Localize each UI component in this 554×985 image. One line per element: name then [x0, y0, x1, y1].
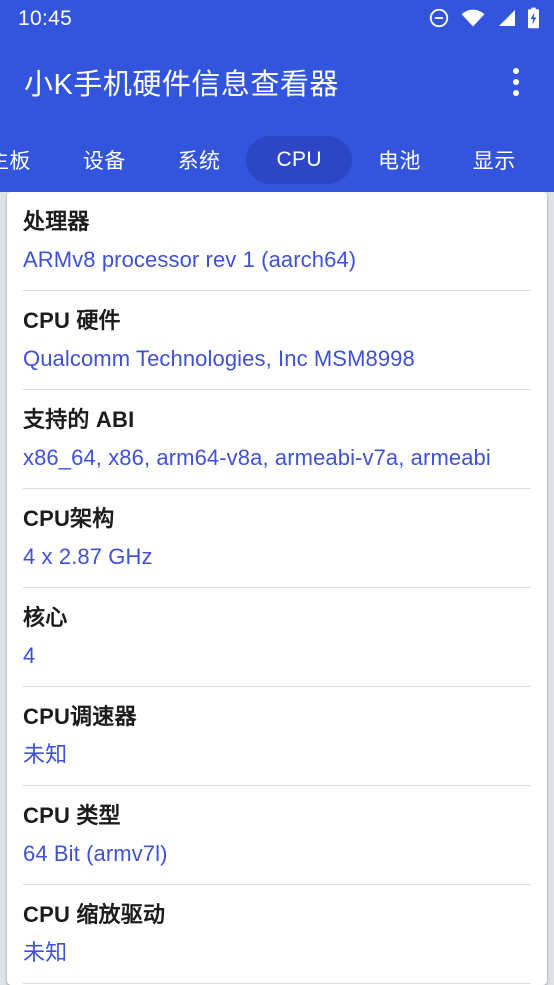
battery-charging-icon — [527, 7, 540, 29]
status-bar-clock: 10:45 — [18, 6, 73, 30]
overflow-dot — [513, 90, 519, 96]
info-row-value: Qualcomm Technologies, Inc MSM8998 — [23, 345, 415, 371]
tab-bar[interactable]: 主板 设备 系统 CPU 电池 显示 内存 — [0, 128, 554, 192]
info-row-label: CPU 硬件 — [23, 308, 121, 333]
info-row-value: 未知 — [23, 741, 68, 767]
app-window: 10:45 小K手机硬件信息查看器 板 设备 系统 CPU 电池 显示 处理器 … — [0, 0, 554, 985]
tab-strip: 主板 设备 系统 CPU 电池 显示 内存 — [0, 136, 554, 184]
info-row-value: 未知 — [23, 939, 68, 965]
tab-cpu[interactable]: CPU — [246, 136, 352, 184]
wifi-icon — [461, 9, 485, 27]
info-row-cpu-architecture[interactable]: CPU架构 4 x 2.87 GHz — [7, 489, 547, 588]
overflow-dot — [513, 79, 519, 85]
info-row-supported-abi[interactable]: 支持的 ABI x86_64, x86, arm64-v8a, armeabi-… — [7, 390, 547, 489]
info-row-label: 核心 — [23, 605, 68, 630]
cpu-info-scroll-area[interactable]: 处理器 ARMv8 processor rev 1 (aarch64) CPU … — [0, 192, 554, 985]
info-row-value: 4 — [23, 642, 36, 668]
info-row-value: 64 Bit (armv7l) — [23, 840, 168, 866]
page-title: 小K手机硬件信息查看器 — [24, 69, 339, 101]
cpu-info-card: 处理器 ARMv8 processor rev 1 (aarch64) CPU … — [7, 192, 547, 985]
status-bar-icons — [428, 7, 540, 29]
tab-system[interactable]: 系统 — [152, 136, 247, 184]
tab-display[interactable]: 显示 — [447, 136, 542, 184]
tab-memory[interactable]: 内存 — [542, 136, 554, 184]
status-bar: 10:45 — [0, 0, 554, 36]
do-not-disturb-icon — [428, 7, 450, 29]
info-row-label: CPU 缩放驱动 — [23, 902, 166, 927]
overflow-menu-icon[interactable] — [494, 54, 538, 110]
info-row-cpu-scaling-driver[interactable]: CPU 缩放驱动 未知 — [7, 885, 547, 984]
app-bar: 小K手机硬件信息查看器 — [0, 36, 554, 128]
info-row-cpu-governor[interactable]: CPU调速器 未知 — [7, 687, 547, 786]
info-row-value: 4 x 2.87 GHz — [23, 543, 153, 569]
info-row-label: CPU调速器 — [23, 704, 137, 729]
info-row-label: 处理器 — [23, 209, 90, 234]
cellular-signal-icon — [496, 9, 516, 27]
info-row-processor[interactable]: 处理器 ARMv8 processor rev 1 (aarch64) — [7, 192, 547, 291]
info-row-value: x86_64, x86, arm64-v8a, armeabi-v7a, arm… — [23, 444, 491, 470]
info-row-label: CPU 类型 — [23, 803, 121, 828]
info-row-cores[interactable]: 核心 4 — [7, 588, 547, 687]
info-row-value: ARMv8 processor rev 1 (aarch64) — [23, 246, 357, 272]
info-row-label: 支持的 ABI — [23, 407, 135, 432]
info-row-cpu-type[interactable]: CPU 类型 64 Bit (armv7l) — [7, 786, 547, 885]
overflow-dot — [513, 68, 519, 74]
tab-device[interactable]: 设备 — [57, 136, 152, 184]
info-row-cpu-hardware[interactable]: CPU 硬件 Qualcomm Technologies, Inc MSM899… — [7, 291, 547, 390]
info-row-label: CPU架构 — [23, 506, 115, 531]
tab-battery[interactable]: 电池 — [352, 136, 447, 184]
tab-motherboard[interactable]: 主板 — [0, 136, 57, 184]
